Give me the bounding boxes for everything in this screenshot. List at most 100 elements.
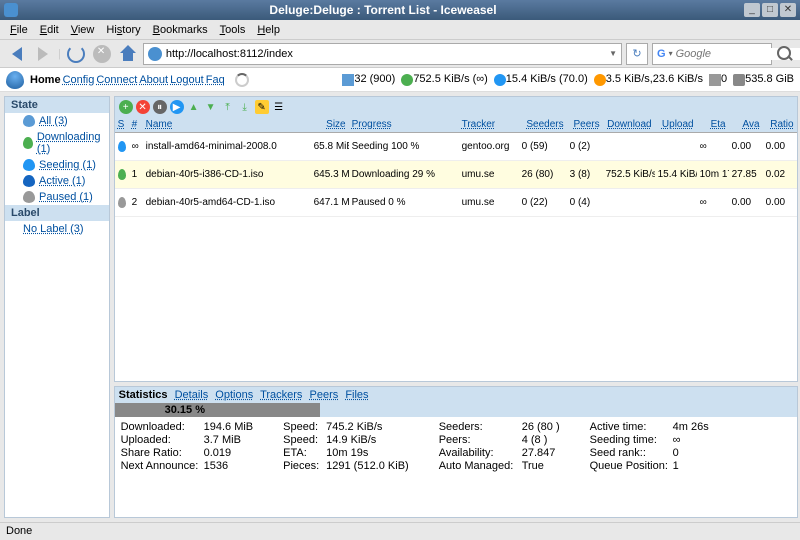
- google-icon: G: [657, 48, 666, 60]
- nav-faq[interactable]: Faq: [206, 74, 225, 86]
- search-icon[interactable]: [776, 45, 794, 63]
- close-button[interactable]: ✕: [780, 3, 796, 17]
- tab-details[interactable]: Details: [175, 389, 209, 401]
- queue-top-button[interactable]: ⤒: [221, 100, 235, 114]
- cell-size: 65.8 MiB: [311, 133, 349, 160]
- tab-statistics[interactable]: Statistics: [119, 389, 168, 401]
- val-peer: 4 (8 ): [522, 434, 548, 446]
- col-size[interactable]: Size: [311, 117, 349, 132]
- nav-home[interactable]: Home: [30, 74, 61, 86]
- menu-history[interactable]: History: [100, 24, 146, 36]
- state-icon: [118, 169, 126, 180]
- val-next: 1536: [204, 460, 228, 472]
- nav-about[interactable]: About: [139, 74, 168, 86]
- cell-tracker: umu.se: [459, 161, 519, 188]
- lbl-next: Next Announce:: [121, 460, 201, 472]
- sidebar-item-active[interactable]: Active (1): [5, 173, 109, 189]
- favicon-icon: [148, 47, 162, 61]
- cell-upload: [655, 189, 697, 216]
- sep: |: [58, 48, 61, 60]
- col-peers[interactable]: Peers: [567, 117, 603, 132]
- col-name[interactable]: Name: [143, 117, 311, 132]
- nav-logout[interactable]: Logout: [170, 74, 204, 86]
- col-download[interactable]: Download: [603, 117, 655, 132]
- edit-button[interactable]: ✎: [255, 100, 269, 114]
- stat-disk: 535.8 GiB: [745, 73, 794, 85]
- remove-torrent-button[interactable]: ✕: [136, 100, 150, 114]
- col-seeders[interactable]: Seeders: [519, 117, 567, 132]
- home-button[interactable]: [117, 43, 139, 65]
- tab-files[interactable]: Files: [345, 389, 368, 401]
- cell-ratio: 0.02: [763, 161, 797, 188]
- search-box[interactable]: G▾: [652, 43, 772, 65]
- resume-button[interactable]: ▶: [170, 100, 184, 114]
- table-row[interactable]: 1debian-40r5-i386-CD-1.iso645.3 MiBDownl…: [115, 161, 797, 189]
- url-bar[interactable]: ▼: [143, 43, 622, 65]
- sidebar-head-state: State: [5, 97, 109, 113]
- table-row[interactable]: 2debian-40r5-amd64-CD-1.iso647.1 MiBPaus…: [115, 189, 797, 217]
- table-row[interactable]: ∞install-amd64-minimal-2008.065.8 MiBSee…: [115, 133, 797, 161]
- lbl-sdt: Seeding time:: [590, 434, 670, 446]
- sidebar-item-all[interactable]: All (3): [5, 113, 109, 129]
- col-progress[interactable]: Progress: [349, 117, 459, 132]
- reload-button[interactable]: [65, 43, 87, 65]
- engine-dropdown-icon[interactable]: ▾: [669, 49, 673, 58]
- val-sdt: ∞: [673, 434, 681, 446]
- minimize-button[interactable]: _: [744, 3, 760, 17]
- sidebar: State All (3) Downloading (1) Seeding (1…: [4, 96, 110, 518]
- go-icon: ↻: [632, 47, 641, 60]
- menu-tools[interactable]: Tools: [214, 24, 252, 36]
- pause-button[interactable]: ⏸: [153, 100, 167, 114]
- progress-text: 30.15 %: [165, 403, 205, 417]
- sidebar-item-paused[interactable]: Paused (1): [5, 189, 109, 205]
- torrent-body: ∞install-amd64-minimal-2008.065.8 MiBSee…: [115, 133, 797, 217]
- sidebar-item-downloading[interactable]: Downloading (1): [5, 129, 109, 157]
- add-torrent-button[interactable]: +: [119, 100, 133, 114]
- queue-bottom-button[interactable]: ⤓: [238, 100, 252, 114]
- lbl-spd-u: Speed:: [283, 434, 323, 446]
- menu-edit[interactable]: Edit: [34, 24, 65, 36]
- stop-button[interactable]: [91, 43, 113, 65]
- forward-button[interactable]: [32, 43, 54, 65]
- col-num[interactable]: #: [129, 117, 143, 132]
- stat-connections: 32 (900): [354, 73, 395, 85]
- queue-down-button[interactable]: ▼: [204, 100, 218, 114]
- sidebar-nolabel-label: No Label (3): [23, 223, 84, 235]
- arrow-right-icon: [38, 47, 48, 61]
- col-ava[interactable]: Ava: [729, 117, 763, 132]
- col-state[interactable]: S: [115, 117, 129, 132]
- back-button[interactable]: [6, 43, 28, 65]
- col-tracker[interactable]: Tracker: [459, 117, 519, 132]
- all-icon: [23, 115, 35, 127]
- progress-fill: [115, 403, 321, 417]
- menu-help[interactable]: Help: [251, 24, 286, 36]
- cell-upload: 15.4 KiB/s: [655, 161, 697, 188]
- url-dropdown-icon[interactable]: ▼: [609, 49, 617, 58]
- tab-trackers[interactable]: Trackers: [260, 389, 302, 401]
- arrow-left-icon: [12, 47, 22, 61]
- menu-view[interactable]: View: [65, 24, 101, 36]
- sidebar-item-nolabel[interactable]: No Label (3): [5, 221, 109, 237]
- go-button[interactable]: ↻: [626, 43, 648, 65]
- maximize-button[interactable]: □: [762, 3, 778, 17]
- col-eta[interactable]: Eta: [697, 117, 729, 132]
- queue-up-button[interactable]: ▲: [187, 100, 201, 114]
- sidebar-head-label: Label: [5, 205, 109, 221]
- url-input[interactable]: [166, 48, 605, 60]
- tab-peers[interactable]: Peers: [310, 389, 339, 401]
- cell-size: 647.1 MiB: [311, 189, 349, 216]
- nav-connect[interactable]: Connect: [96, 74, 137, 86]
- sidebar-item-seeding[interactable]: Seeding (1): [5, 157, 109, 173]
- options-button[interactable]: ☰: [272, 100, 286, 114]
- menu-file[interactable]: File: [4, 24, 34, 36]
- val-rank: 0: [673, 447, 679, 459]
- menu-bookmarks[interactable]: Bookmarks: [147, 24, 214, 36]
- col-upload[interactable]: Upload: [655, 117, 697, 132]
- cell-num: ∞: [129, 133, 143, 160]
- info-panel: Statistics Details Options Trackers Peer…: [114, 386, 798, 518]
- sidebar-downloading-label: Downloading (1): [37, 131, 103, 155]
- nav-config[interactable]: Config: [63, 74, 95, 86]
- cell-size: 645.3 MiB: [311, 161, 349, 188]
- tab-options[interactable]: Options: [215, 389, 253, 401]
- col-ratio[interactable]: Ratio: [763, 117, 797, 132]
